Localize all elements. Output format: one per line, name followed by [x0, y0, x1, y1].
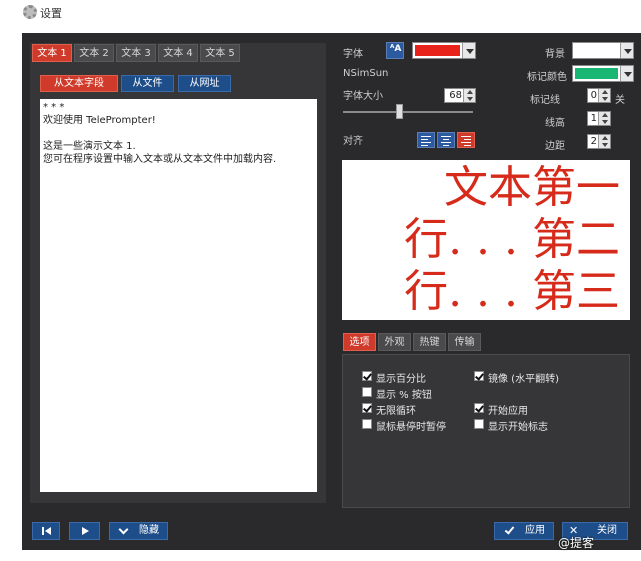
font-size-label: 字体大小 — [343, 91, 383, 102]
tab-text-4[interactable]: 文本 4 — [158, 44, 198, 62]
tab-appearance[interactable]: 外观 — [378, 333, 411, 351]
from-text-field-button[interactable]: 从文本字段 — [40, 75, 118, 92]
option-label: 鼠标悬停时暂停 — [376, 422, 446, 433]
checkbox-icon[interactable] — [362, 387, 372, 397]
play-button[interactable] — [69, 522, 100, 540]
checkbox-icon[interactable] — [474, 419, 484, 429]
editor-line: 这是一些演示文本 1. — [43, 141, 136, 152]
from-url-button[interactable]: 从网址 — [178, 75, 231, 92]
tab-transfer[interactable]: 传输 — [448, 333, 481, 351]
apply-button[interactable]: 应用 — [494, 522, 554, 540]
font-color-swatch — [415, 45, 460, 56]
marker-color-dropdown[interactable] — [572, 65, 634, 82]
option-label: 开始应用 — [488, 406, 528, 417]
option-label: 显示开始标志 — [488, 422, 548, 433]
option-label: 显示 % 按钮 — [376, 390, 432, 401]
marker-color-label: 标记颜色 — [527, 72, 567, 83]
option-label: 无限循环 — [376, 406, 416, 417]
margin-label: 边距 — [545, 141, 565, 152]
text-preview: 文本第一 行. . . 第二 行. . . 第三 — [342, 160, 630, 320]
background-label: 背景 — [545, 49, 565, 60]
font-label: 字体 — [343, 49, 363, 60]
preview-line: 行. . . 第三 — [404, 266, 620, 317]
chevron-down-icon — [462, 43, 475, 58]
text-editor[interactable]: * * * 欢迎使用 TelePrompter! 这是一些演示文本 1. 您可在… — [40, 99, 317, 492]
checkbox-icon[interactable] — [474, 403, 484, 413]
checkmark-icon — [504, 524, 515, 535]
chevron-down-icon — [118, 524, 129, 535]
font-picker-icon[interactable]: ᴬA — [386, 42, 404, 59]
skip-to-start-button[interactable] — [32, 522, 60, 540]
marker-color-swatch — [575, 68, 618, 79]
font-size-stepper[interactable]: 68 — [444, 88, 476, 103]
hide-button[interactable]: 隐藏 — [109, 522, 168, 540]
title-bar: 设置 — [0, 0, 641, 24]
editor-line: 您可在程序设置中输入文本或从文本文件中加载内容. — [43, 154, 277, 165]
chevron-down-icon — [620, 66, 633, 81]
checkbox-icon[interactable] — [362, 371, 372, 381]
editor-line: 欢迎使用 TelePrompter! — [43, 115, 156, 126]
stepper-arrows-icon[interactable] — [463, 89, 475, 102]
checkbox-icon[interactable] — [474, 371, 484, 381]
watermark: @提客 — [558, 536, 595, 550]
checkbox-icon[interactable] — [362, 419, 372, 429]
option-label: 镜像 (水平翻转) — [488, 374, 559, 385]
preview-line: 文本第一 — [444, 162, 620, 213]
chevron-down-icon — [620, 43, 633, 58]
from-file-button[interactable]: 从文件 — [121, 75, 174, 92]
background-color-swatch — [575, 45, 618, 56]
checkbox-icon[interactable] — [362, 403, 372, 413]
line-height-stepper[interactable]: 1 — [587, 111, 611, 126]
window-title: 设置 — [40, 7, 62, 20]
font-color-dropdown[interactable] — [412, 42, 476, 59]
line-height-label: 线高 — [545, 118, 565, 129]
preview-line: 行. . . 第二 — [404, 214, 620, 265]
editor-line: * * * — [43, 102, 65, 113]
marker-line-label: 标记线 — [530, 95, 560, 106]
stepper-arrows-icon[interactable] — [598, 135, 610, 148]
marker-line-stepper[interactable]: 0 — [587, 88, 611, 103]
font-name: NSimSun — [343, 68, 389, 79]
align-left-icon[interactable] — [417, 132, 435, 148]
font-size-slider-track[interactable] — [343, 111, 473, 113]
play-icon — [82, 527, 89, 535]
tab-text-5[interactable]: 文本 5 — [200, 44, 240, 62]
tab-options[interactable]: 选项 — [343, 333, 376, 351]
background-color-dropdown[interactable] — [572, 42, 634, 59]
tab-text-3[interactable]: 文本 3 — [116, 44, 156, 62]
skip-start-icon — [42, 527, 44, 535]
tab-text-2[interactable]: 文本 2 — [74, 44, 114, 62]
align-label: 对齐 — [343, 136, 363, 147]
font-size-slider-thumb[interactable] — [396, 104, 403, 119]
stepper-arrows-icon[interactable] — [598, 112, 610, 125]
stepper-arrows-icon[interactable] — [598, 89, 610, 102]
tab-text-1[interactable]: 文本 1 — [32, 44, 72, 62]
margin-stepper[interactable]: 2 — [587, 134, 611, 149]
gear-icon — [23, 5, 37, 19]
option-label: 显示百分比 — [376, 374, 426, 385]
align-center-icon[interactable] — [437, 132, 455, 148]
marker-line-state: 关 — [615, 95, 625, 106]
tab-hotkeys[interactable]: 热键 — [413, 333, 446, 351]
align-right-icon[interactable] — [457, 132, 475, 148]
